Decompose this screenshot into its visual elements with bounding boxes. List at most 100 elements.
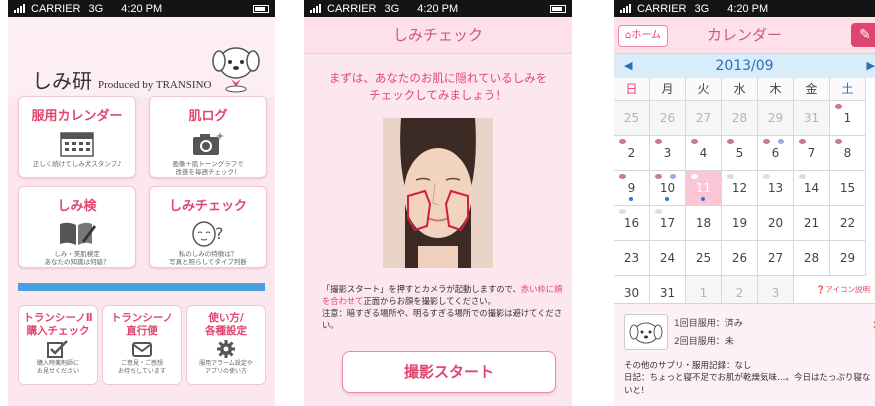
day-cell[interactable]: 28 <box>722 101 758 136</box>
tile-desc: 服用アラーム設定や アプリの使い方 <box>199 360 253 375</box>
face-guide-photo <box>383 118 493 268</box>
status-bar: CARRIER 3G 4:20 PM <box>304 0 572 17</box>
network-label: 3G <box>694 2 710 15</box>
weekday-label: 火 <box>686 78 722 101</box>
day-cell[interactable]: 26 <box>650 101 686 136</box>
weekday-label: 土 <box>830 78 866 101</box>
day-cell[interactable]: 12 <box>722 171 758 206</box>
gear-icon <box>217 340 235 359</box>
dose-stamp-icon <box>691 139 698 144</box>
edit-button[interactable]: ✎ <box>851 23 875 47</box>
calendar-week: 9 10 11 12 13 14 15 <box>614 171 875 206</box>
day-cell[interactable]: 14 <box>794 171 830 206</box>
page-title: しみチェック <box>304 17 572 54</box>
carrier-label: CARRIER <box>327 2 377 15</box>
day-cell[interactable]: 25 <box>614 101 650 136</box>
prev-month-icon[interactable]: ◀ <box>624 54 632 78</box>
calendar-week: 16 17 18 19 20 21 22 <box>614 206 875 241</box>
dose-stamp-icon <box>835 104 842 109</box>
clock: 4:20 PM <box>417 2 459 15</box>
day-cell[interactable]: 25 <box>686 241 722 276</box>
weekday-header: 日 月 火 水 木 金 土 <box>614 78 875 101</box>
supplement-stamp-icon <box>670 174 676 179</box>
day-cell[interactable]: 31 <box>794 101 830 136</box>
day-cell[interactable]: 18 <box>686 206 722 241</box>
battery-icon <box>550 4 566 13</box>
tile-title: しみチェック <box>168 199 247 214</box>
empty-stamp-icon <box>727 174 734 179</box>
divider-bar <box>18 283 265 291</box>
icon-help-link[interactable]: ❓アイコン説明 <box>816 284 870 295</box>
tile-desc: 画像＋肌トーングラフで 改善を毎週チェック！ <box>172 160 244 177</box>
month-label: 2013/09 <box>715 58 774 74</box>
app-header: しみ研 Produced by TRANSINO <box>8 17 275 97</box>
home-button[interactable]: ⌂ホーム <box>618 25 669 47</box>
day-cell[interactable]: 8 <box>830 136 866 171</box>
status-bar: CARRIER 3G 4:20 PM <box>614 0 875 17</box>
day-cell[interactable]: 20 <box>758 206 794 241</box>
empty-stamp-icon <box>619 209 626 214</box>
day-cell[interactable]: 23 <box>614 241 650 276</box>
day-cell[interactable]: 19 <box>722 206 758 241</box>
calendar-tile[interactable]: 服用カレンダー 正しく続けてしみ犬スタンプ♪ <box>18 96 136 178</box>
face-question-icon: ? <box>192 221 224 247</box>
svg-text:?: ? <box>215 224 224 243</box>
tile-desc: 購入時薬剤師に お見せください <box>36 360 79 375</box>
diary-dot-icon <box>629 197 633 201</box>
network-label: 3G <box>88 2 104 15</box>
shimi-check-tile[interactable]: しみチェック ? 私のしみの特徴は？ 写真と照らしてタイプ判断 <box>149 186 267 268</box>
help-icon: ❓ <box>816 285 826 294</box>
empty-stamp-icon <box>763 174 770 179</box>
day-cell[interactable]: 27 <box>758 241 794 276</box>
calendar-header: ⌂ホーム カレンダー ✎ <box>614 17 875 54</box>
day-cell[interactable]: 17 <box>650 206 686 241</box>
weekday-label: 木 <box>758 78 794 101</box>
dose-stamp-icon <box>619 174 626 179</box>
purchase-check-tile[interactable]: トランシーノⅡ 購入チェック 購入時薬剤師に お見せください <box>18 305 98 385</box>
day-cell[interactable]: 2 <box>614 136 650 171</box>
start-shooting-button[interactable]: 撮影スタート <box>342 351 556 393</box>
day-cell[interactable]: 22 <box>830 206 866 241</box>
calendar-week: 23 24 25 26 27 28 29 <box>614 241 875 276</box>
direct-mail-tile[interactable]: トランシーノ 直行便 ご意見・ご感想 お待ちしています <box>102 305 182 385</box>
diary-text: 日記：ちょっと寝不足でお肌が乾燥気味…。今日はたっぷり寝ないと! <box>624 373 871 396</box>
dose2-status: 2回目服用：未 <box>674 337 734 347</box>
skin-log-tile[interactable]: 肌ログ 画像＋肌トーングラフで 改善を毎週チェック！ <box>149 96 267 178</box>
carrier-label: CARRIER <box>637 2 687 15</box>
day-cell[interactable]: 10 <box>650 171 686 206</box>
dose-stamp-icon <box>799 139 806 144</box>
empty-stamp-icon <box>655 209 662 214</box>
dose-stamp-icon <box>655 174 662 179</box>
day-cell[interactable]: 21 <box>794 206 830 241</box>
day-cell[interactable]: 6 <box>758 136 794 171</box>
day-cell[interactable]: 15 <box>830 171 866 206</box>
day-cell[interactable]: 26 <box>722 241 758 276</box>
settings-tile[interactable]: 使い方/ 各種設定 服用アラーム設定や アプリの使い方 <box>186 305 266 385</box>
month-navigator: ◀ 2013/09 ▶ <box>614 54 875 78</box>
supplement-record: その他のサプリ・服用記録：なし <box>624 361 752 371</box>
day-cell[interactable]: 27 <box>686 101 722 136</box>
day-cell[interactable]: 16 <box>614 206 650 241</box>
day-cell[interactable]: 24 <box>650 241 686 276</box>
day-cell[interactable]: 5 <box>722 136 758 171</box>
day-cell[interactable]: 28 <box>794 241 830 276</box>
day-cell[interactable]: 7 <box>794 136 830 171</box>
weekday-label: 月 <box>650 78 686 101</box>
day-cell-today[interactable]: 11 <box>686 171 722 206</box>
dose1-status: 1回目服用：済み <box>674 319 743 329</box>
dose-stamp-icon <box>691 174 698 179</box>
calendar-week: 2 3 4 5 6 7 8 <box>614 136 875 171</box>
day-cell[interactable]: 9 <box>614 171 650 206</box>
day-cell[interactable]: 29 <box>758 101 794 136</box>
day-cell[interactable]: 4 <box>686 136 722 171</box>
lead-text: まずは、あなたのお肌に隠れているしみを チェックしてみましょう！ <box>328 71 548 102</box>
shimi-quiz-tile[interactable]: しみ検 しみ・美肌検定 あなたの知識は何級？ <box>18 186 136 268</box>
day-cell[interactable]: 29 <box>830 241 866 276</box>
day-cell[interactable]: 3 <box>650 136 686 171</box>
calendar-grid: 日 月 火 水 木 金 土 25 26 27 28 29 31 1 2 3 4 … <box>614 78 875 311</box>
day-cell[interactable]: 13 <box>758 171 794 206</box>
supplement-stamp-icon <box>778 139 784 144</box>
next-month-icon[interactable]: ▶ <box>867 54 875 78</box>
day-cell[interactable]: 1 <box>830 101 866 136</box>
dog-mascot-icon <box>212 47 260 93</box>
